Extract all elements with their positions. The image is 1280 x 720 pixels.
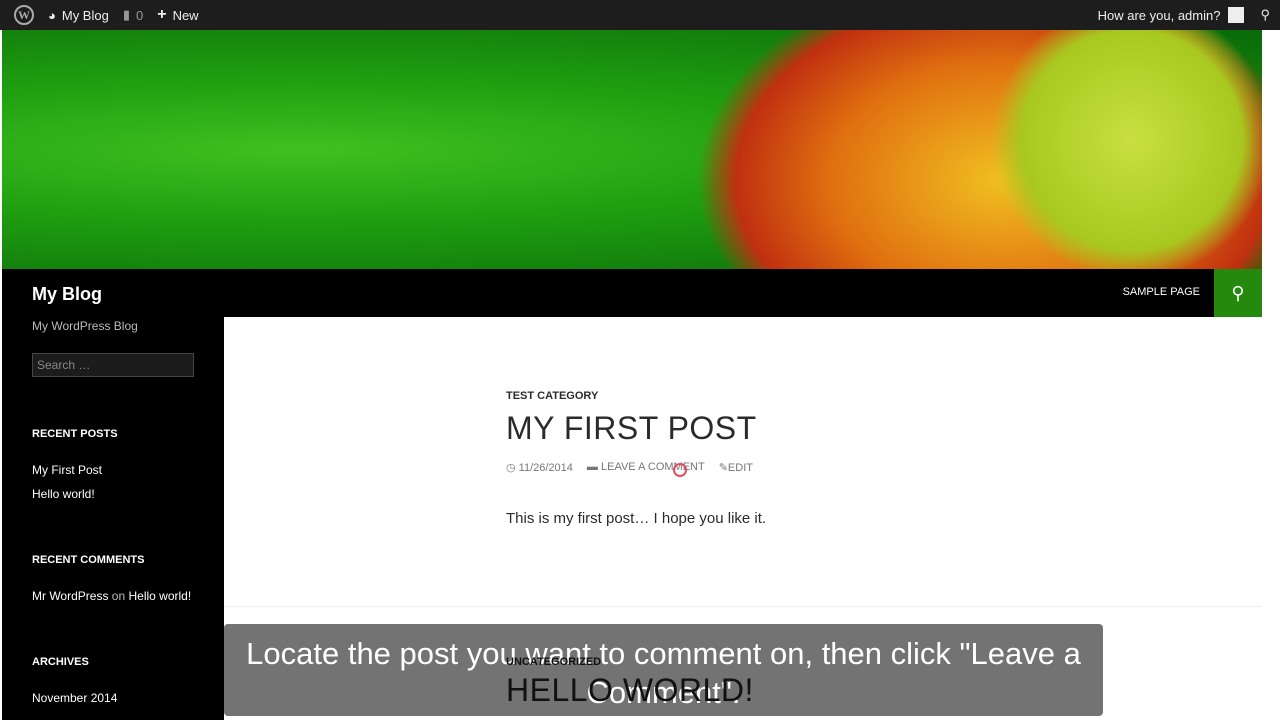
recent-comment: Mr WordPress on Hello world!: [32, 589, 191, 603]
edit-link[interactable]: ✎EDIT: [719, 461, 753, 474]
edit-text: EDIT: [727, 462, 753, 474]
cursor-click-indicator: [673, 463, 687, 477]
site-tagline: My WordPress Blog: [32, 319, 138, 333]
search-icon[interactable]: ⚲: [1260, 7, 1270, 23]
recent-post-link[interactable]: Hello world!: [32, 487, 95, 501]
account-greeting[interactable]: How are you, admin?: [1098, 8, 1221, 23]
comment-link-text: LEAVE A COMMENT: [600, 461, 705, 473]
dashboard-icon: ◕: [48, 7, 56, 23]
header-image[interactable]: [2, 30, 1262, 269]
admin-new-link[interactable]: + New: [157, 6, 198, 24]
comment-author-link[interactable]: Mr WordPress: [32, 589, 108, 603]
post: UNCATEGORIZED HELLO WORLD!: [506, 656, 754, 709]
comment-on: on: [111, 589, 126, 603]
new-label: New: [172, 7, 199, 23]
comment-count: 0: [135, 7, 144, 23]
post-category[interactable]: UNCATEGORIZED: [506, 656, 754, 668]
wordpress-logo-icon[interactable]: W: [14, 5, 34, 25]
recent-posts-title: RECENT POSTS: [32, 428, 118, 440]
post-category[interactable]: TEST CATEGORY: [506, 390, 766, 402]
post-date[interactable]: ◷ 11/26/2014: [506, 461, 573, 474]
recent-comments-title: RECENT COMMENTS: [32, 554, 145, 566]
admin-site-name: My Blog: [61, 7, 109, 23]
comment-icon: ▬: [586, 461, 598, 473]
post-meta: ◷ 11/26/2014 ▬ LEAVE A COMMENT ✎EDIT: [506, 461, 766, 474]
post-separator: [224, 606, 1262, 607]
comment-icon: ▮: [122, 7, 130, 22]
admin-bar: W ◕ My Blog ▮ 0 + New How are you, admin? ⚲: [0, 0, 1280, 30]
clock-icon: ◷: [506, 462, 516, 474]
search-input[interactable]: Search …: [32, 353, 194, 377]
pencil-icon: ✎: [718, 462, 728, 474]
top-navigation: SAMPLE PAGE ⚲: [224, 269, 1262, 317]
search-toggle-icon[interactable]: ⚲: [1214, 269, 1262, 317]
admin-site-link[interactable]: ◕ My Blog: [48, 8, 109, 23]
plus-icon: +: [157, 6, 167, 23]
admin-comments-link[interactable]: ▮ 0: [123, 7, 143, 23]
comment-post-link[interactable]: Hello world!: [129, 589, 192, 603]
avatar[interactable]: [1228, 7, 1245, 23]
post-title[interactable]: MY FIRST POST: [506, 410, 766, 447]
post: TEST CATEGORY MY FIRST POST ◷ 11/26/2014…: [506, 390, 766, 527]
archive-link[interactable]: November 2014: [32, 691, 117, 705]
post-content: This is my first post… I hope you like i…: [506, 510, 767, 527]
archives-title: ARCHIVES: [32, 656, 89, 668]
post-title[interactable]: HELLO WORLD!: [506, 672, 754, 709]
site-title[interactable]: My Blog: [32, 284, 102, 305]
recent-post-link[interactable]: My First Post: [32, 463, 102, 477]
sidebar: My Blog My WordPress Blog Search … RECEN…: [2, 269, 224, 720]
leave-comment-link[interactable]: ▬ LEAVE A COMMENT: [587, 461, 705, 474]
date-text: 11/26/2014: [518, 462, 573, 474]
nav-sample-page[interactable]: SAMPLE PAGE: [1123, 286, 1200, 298]
